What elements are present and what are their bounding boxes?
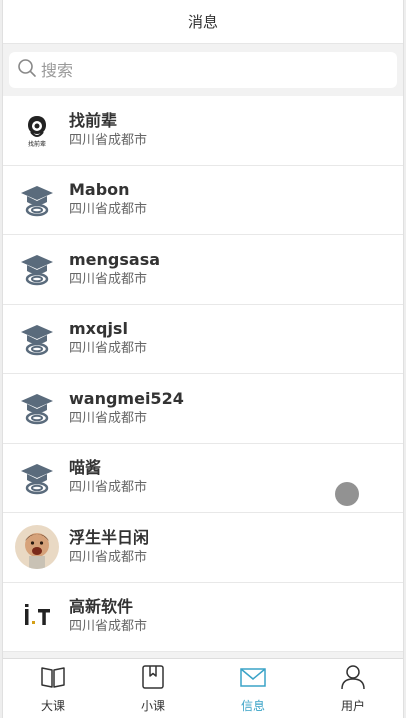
contact-name: 高新软件 <box>69 597 134 617</box>
contact-location: 四川省成都市 <box>69 202 148 218</box>
graduate-cap-avatar <box>15 386 59 430</box>
graduate-cap-avatar <box>15 456 59 500</box>
graduate-cap-avatar <box>15 317 59 361</box>
tab-xinxi[interactable]: 信息 <box>203 659 303 718</box>
photo-avatar <box>15 525 59 570</box>
logo-avatar: 找前辈 <box>15 108 59 153</box>
book-icon <box>39 663 67 695</box>
contact-name: mxqjsl <box>69 319 128 339</box>
tab-dake[interactable]: 大课 <box>3 659 103 718</box>
contact-location: 四川省成都市 <box>69 549 148 565</box>
search-icon <box>17 58 37 82</box>
contact-name: 喵酱 <box>69 458 102 478</box>
search-input[interactable] <box>41 52 397 88</box>
message-item[interactable]: 找前辈 找前辈 四川省成都市 <box>3 96 403 166</box>
app-screen: 消息 找前辈 找前辈 四川省成都市 <box>2 0 404 718</box>
message-item[interactable]: 浮生半日闲 四川省成都市 <box>3 513 403 583</box>
graduate-cap-avatar <box>15 247 59 291</box>
message-item[interactable]: Mabon 四川省成都市 <box>3 166 403 235</box>
header-bar: 消息 <box>3 0 403 44</box>
message-item[interactable]: 高新软件 四川省成都市 <box>3 583 403 652</box>
contact-location: 四川省成都市 <box>69 271 148 287</box>
tab-label: 用户 <box>340 699 365 713</box>
svg-text:找前辈: 找前辈 <box>28 140 46 148</box>
floating-assistive-button[interactable] <box>335 482 359 506</box>
bookmark-icon <box>139 663 167 695</box>
message-item[interactable]: mxqjsl 四川省成都市 <box>3 305 403 374</box>
tab-yonghu[interactable]: 用户 <box>303 659 403 718</box>
search-box[interactable] <box>9 52 397 88</box>
contact-name: Mabon <box>69 180 130 200</box>
tab-label: 小课 <box>140 699 165 713</box>
it-logo-avatar <box>15 594 59 639</box>
contact-name: 找前辈 <box>69 110 118 130</box>
contact-name: wangmei524 <box>69 388 184 408</box>
contact-location: 四川省成都市 <box>69 619 148 635</box>
message-item[interactable]: mengsasa 四川省成都市 <box>3 235 403 305</box>
user-icon <box>339 663 367 695</box>
contact-location: 四川省成都市 <box>69 410 148 426</box>
tab-label: 大课 <box>40 699 65 713</box>
page-title: 消息 <box>187 13 218 31</box>
contact-name: 浮生半日闲 <box>69 527 150 547</box>
mail-icon <box>239 663 267 695</box>
tab-xiaoke[interactable]: 小课 <box>103 659 203 718</box>
search-bar <box>3 44 403 96</box>
contact-location: 四川省成都市 <box>69 132 148 148</box>
message-item[interactable]: wangmei524 四川省成都市 <box>3 374 403 444</box>
tab-label: 信息 <box>240 699 265 713</box>
contact-location: 四川省成都市 <box>69 480 148 496</box>
graduate-cap-avatar <box>15 178 59 222</box>
message-list: 找前辈 找前辈 四川省成都市 Mabon 四川省成都市 mengsasa 四川省… <box>3 96 403 652</box>
contact-location: 四川省成都市 <box>69 341 148 357</box>
contact-name: mengsasa <box>69 249 161 269</box>
bottom-tab-bar: 大课 小课 信息 用户 <box>3 658 403 718</box>
